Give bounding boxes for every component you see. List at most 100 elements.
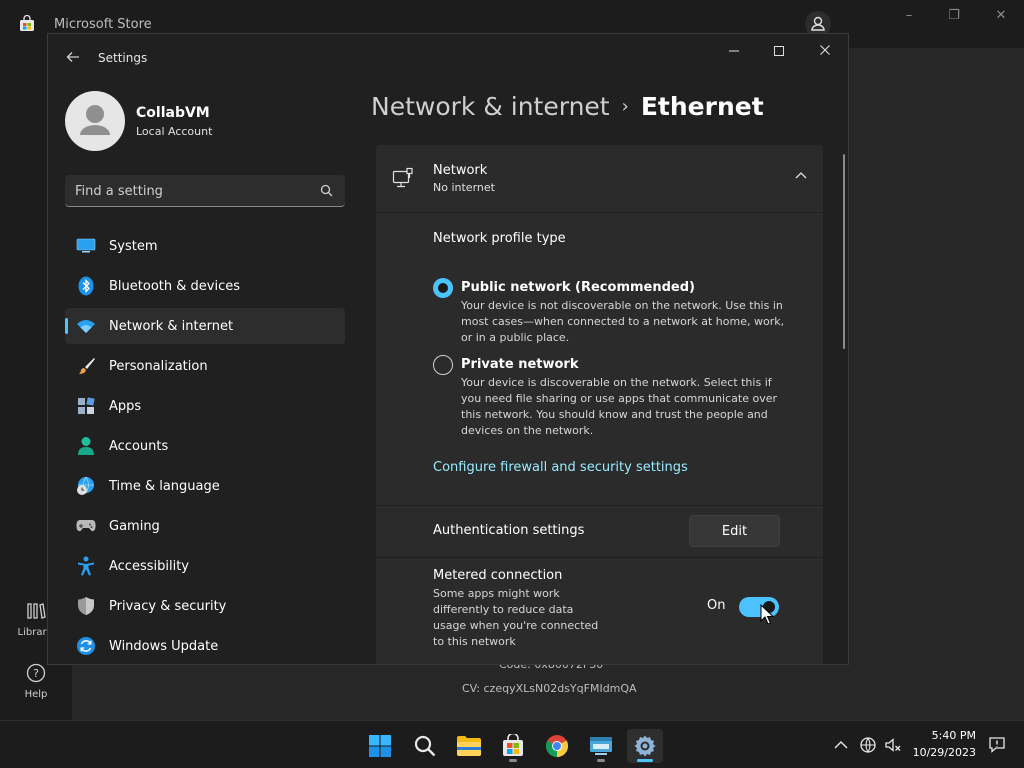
breadcrumb: Network & internet › Ethernet bbox=[371, 92, 764, 121]
help-label: Help bbox=[24, 689, 48, 700]
chevron-up-icon[interactable] bbox=[795, 171, 807, 179]
metered-connection-row: Metered connection Some apps might work … bbox=[376, 558, 823, 664]
apps-icon bbox=[76, 396, 96, 416]
accessibility-icon bbox=[76, 556, 96, 576]
sidebar-item-windows-update[interactable]: Windows Update bbox=[65, 628, 345, 664]
sidebar-item-label: Bluetooth & devices bbox=[109, 278, 240, 294]
running-indicator bbox=[509, 759, 517, 762]
sidebar-nav: System Bluetooth & devices Network & int… bbox=[65, 228, 345, 664]
clock-date[interactable]: 10/29/2023 bbox=[913, 746, 976, 759]
ethernet-pc-icon bbox=[392, 167, 413, 188]
sidebar-item-label: Network & internet bbox=[109, 318, 234, 334]
start-icon bbox=[369, 735, 391, 757]
firewall-settings-link[interactable]: Configure firewall and security settings bbox=[433, 460, 688, 475]
store-minimize-button[interactable]: – bbox=[899, 8, 919, 24]
profile-type-heading: Network profile type bbox=[433, 231, 566, 246]
sidebar-item-personalization[interactable]: Personalization bbox=[65, 348, 345, 384]
active-indicator bbox=[637, 759, 653, 762]
search-icon[interactable] bbox=[320, 184, 333, 197]
page-title: Ethernet bbox=[640, 92, 764, 121]
store-button[interactable] bbox=[495, 729, 531, 763]
account-type: Local Account bbox=[136, 125, 213, 138]
authentication-label: Authentication settings bbox=[433, 523, 585, 538]
network-status: No internet bbox=[433, 181, 495, 194]
close-icon bbox=[820, 45, 830, 55]
sidebar-item-accessibility[interactable]: Accessibility bbox=[65, 548, 345, 584]
svg-text:?: ? bbox=[33, 667, 39, 680]
clock-time[interactable]: 5:40 PM bbox=[932, 729, 976, 742]
store-title: Microsoft Store bbox=[54, 17, 152, 32]
person-icon bbox=[76, 436, 96, 456]
keyboard-app-button[interactable] bbox=[583, 729, 619, 763]
close-button[interactable] bbox=[811, 41, 839, 61]
sidebar-item-apps[interactable]: Apps bbox=[65, 388, 345, 424]
sidebar-item-network[interactable]: Network & internet bbox=[65, 308, 345, 344]
search-icon bbox=[414, 735, 436, 757]
sidebar-item-time-language[interactable]: Time & language bbox=[65, 468, 345, 504]
minimize-icon bbox=[729, 50, 739, 52]
private-network-label[interactable]: Private network bbox=[461, 357, 578, 372]
library-icon bbox=[27, 603, 46, 619]
mouse-cursor-icon bbox=[760, 604, 774, 625]
start-button[interactable] bbox=[362, 729, 398, 763]
default-user-icon bbox=[80, 105, 110, 135]
breadcrumb-separator: › bbox=[621, 96, 629, 117]
sidebar-item-accounts[interactable]: Accounts bbox=[65, 428, 345, 464]
minimize-button[interactable] bbox=[720, 41, 748, 61]
window-title: Settings bbox=[98, 51, 148, 65]
sidebar-item-bluetooth[interactable]: Bluetooth & devices bbox=[65, 268, 345, 304]
bluetooth-icon bbox=[76, 276, 96, 296]
back-button[interactable] bbox=[62, 48, 84, 70]
toggle-state-label: On bbox=[707, 598, 726, 613]
taskbar-search-button[interactable] bbox=[407, 729, 443, 763]
monitor-icon bbox=[76, 236, 96, 256]
settings-button[interactable] bbox=[627, 729, 663, 763]
store-restore-button[interactable]: ❐ bbox=[944, 8, 964, 24]
sidebar-item-label: Privacy & security bbox=[109, 598, 227, 614]
network-card-header[interactable]: Network No internet bbox=[376, 145, 823, 212]
metered-label: Metered connection bbox=[433, 568, 563, 583]
search-box bbox=[65, 175, 345, 207]
notification-icon[interactable] bbox=[988, 736, 1006, 754]
breadcrumb-parent[interactable]: Network & internet bbox=[371, 92, 610, 121]
metered-description: Some apps might work differently to redu… bbox=[433, 587, 599, 648]
network-title: Network bbox=[433, 163, 488, 178]
running-indicator bbox=[597, 759, 605, 762]
edit-button[interactable]: Edit bbox=[689, 515, 780, 547]
private-network-radio[interactable] bbox=[433, 355, 453, 375]
speaker-muted-icon[interactable] bbox=[884, 736, 902, 754]
avatar[interactable] bbox=[65, 91, 125, 151]
search-input[interactable] bbox=[75, 181, 305, 201]
brush-icon bbox=[76, 356, 96, 376]
sidebar-item-gaming[interactable]: Gaming bbox=[65, 508, 345, 544]
maximize-button[interactable] bbox=[765, 41, 793, 61]
keyboard-app-icon bbox=[590, 737, 612, 755]
wifi-icon bbox=[76, 316, 96, 336]
globe-clock-icon bbox=[76, 476, 96, 496]
settings-icon bbox=[634, 735, 656, 757]
update-icon bbox=[76, 636, 96, 656]
network-globe-icon[interactable] bbox=[859, 736, 877, 754]
store-logo-icon bbox=[20, 15, 34, 31]
maximize-icon bbox=[774, 46, 784, 56]
settings-window: Settings CollabVM Local Account System bbox=[47, 33, 849, 665]
sidebar-item-privacy[interactable]: Privacy & security bbox=[65, 588, 345, 624]
chevron-up-icon[interactable] bbox=[832, 736, 850, 754]
store-close-button[interactable]: ✕ bbox=[991, 8, 1011, 24]
help-nav[interactable]: ? Help bbox=[18, 662, 54, 700]
chrome-button[interactable] bbox=[539, 729, 575, 763]
sidebar-item-system[interactable]: System bbox=[65, 228, 345, 264]
sidebar-item-label: Gaming bbox=[109, 518, 160, 534]
sidebar-item-label: Personalization bbox=[109, 358, 208, 374]
public-network-radio[interactable] bbox=[433, 278, 453, 298]
sidebar-item-label: Time & language bbox=[109, 478, 220, 494]
scrollbar[interactable] bbox=[843, 154, 845, 349]
sidebar-item-label: Windows Update bbox=[109, 638, 219, 654]
user-name: CollabVM bbox=[136, 105, 210, 121]
public-network-label[interactable]: Public network (Recommended) bbox=[461, 280, 695, 295]
network-profile-section: Network profile type Public network (Rec… bbox=[376, 213, 823, 505]
shield-icon bbox=[76, 596, 96, 616]
public-network-description: Your device is not discoverable on the n… bbox=[461, 299, 785, 344]
sidebar-item-label: Apps bbox=[109, 398, 142, 414]
file-explorer-button[interactable] bbox=[451, 729, 487, 763]
